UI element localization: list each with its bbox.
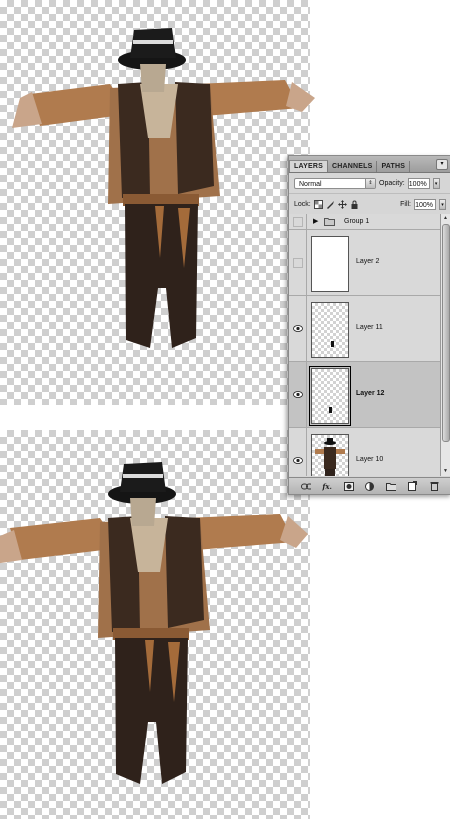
layers-list: ▶ Group 1 Layer 2 Layer 11 Layer 12 Laye… bbox=[289, 214, 440, 476]
scarecrow-face bbox=[140, 64, 166, 92]
new-layer-icon[interactable] bbox=[408, 481, 418, 491]
eye-icon[interactable] bbox=[289, 428, 307, 476]
lock-row: Lock: Fill: 100% ▾ bbox=[289, 194, 450, 215]
layer-row-layer-2[interactable]: Layer 2 bbox=[289, 230, 440, 296]
link-layers-icon[interactable] bbox=[300, 481, 311, 491]
tab-layers[interactable]: LAYERS bbox=[289, 160, 328, 172]
fx-icon[interactable]: fx. bbox=[322, 481, 332, 491]
layer-thumbnail bbox=[311, 434, 349, 476]
lock-position-move-icon[interactable] bbox=[337, 199, 347, 209]
scarecrow-vest-right bbox=[165, 516, 204, 628]
eye-icon[interactable] bbox=[289, 362, 307, 427]
layer-name: Layer 10 bbox=[356, 456, 384, 463]
layer-name: Layer 2 bbox=[356, 258, 380, 265]
disclosure-triangle-icon[interactable]: ▶ bbox=[313, 217, 318, 225]
scroll-down-arrow-icon[interactable]: ▼ bbox=[441, 467, 450, 476]
scarecrow-figure-top bbox=[12, 28, 315, 348]
blend-mode-value: Normal bbox=[299, 180, 322, 188]
layer-thumbnail bbox=[309, 366, 351, 426]
layer-name: Group 1 bbox=[344, 218, 370, 225]
new-group-icon[interactable] bbox=[386, 481, 397, 491]
layer-thumbnail bbox=[311, 236, 349, 292]
fill-dropdown-icon[interactable]: ▾ bbox=[439, 198, 446, 210]
scroll-thumb[interactable] bbox=[442, 224, 450, 442]
layer-mask-icon[interactable] bbox=[343, 481, 354, 491]
folder-icon bbox=[324, 217, 335, 228]
scarecrow-face bbox=[130, 498, 156, 526]
lock-image-brush-icon[interactable] bbox=[326, 200, 335, 209]
blend-mode-select[interactable]: Normal ⇕ bbox=[294, 177, 376, 189]
scarecrow-figure-bottom bbox=[0, 462, 308, 784]
opacity-dropdown-icon[interactable]: ▾ bbox=[432, 177, 440, 189]
layer-row-layer-10[interactable]: Layer 10 bbox=[289, 428, 440, 476]
layers-bottom-toolbar: fx. bbox=[289, 477, 450, 494]
fill-field[interactable]: 100% bbox=[414, 198, 436, 210]
scarecrow-vest-right bbox=[175, 82, 214, 194]
fill-label: Fill: bbox=[400, 200, 411, 208]
visibility-toggle-off[interactable] bbox=[289, 214, 307, 229]
visibility-toggle-off[interactable] bbox=[289, 230, 307, 295]
layer-name: Layer 11 bbox=[356, 324, 383, 331]
blend-row: Normal ⇕ Opacity: 100% ▾ bbox=[289, 173, 450, 194]
panel-menu-icon[interactable]: ▾ bbox=[436, 159, 448, 170]
scarecrow-hat bbox=[118, 28, 186, 70]
eye-icon[interactable] bbox=[289, 296, 307, 361]
panel-tab-bar: LAYERS CHANNELS PATHS ▾ bbox=[289, 156, 450, 173]
layers-panel: LAYERS CHANNELS PATHS ▾ Normal ⇕ Opacity… bbox=[288, 155, 450, 495]
layer-row-layer-12[interactable]: Layer 12 bbox=[289, 362, 440, 428]
trash-icon[interactable] bbox=[429, 481, 439, 491]
lock-transparency-icon[interactable] bbox=[313, 199, 323, 209]
layer-thumbnail bbox=[311, 302, 349, 358]
blend-mode-arrow-icon: ⇕ bbox=[365, 178, 375, 188]
lock-all-padlock-icon[interactable] bbox=[350, 200, 359, 209]
layer-name: Layer 12 bbox=[356, 390, 385, 397]
scarecrow-hat bbox=[108, 462, 176, 504]
layer-row-layer-11[interactable]: Layer 11 bbox=[289, 296, 440, 362]
layers-scrollbar[interactable]: ▲ ▼ bbox=[440, 214, 450, 476]
tab-channels[interactable]: CHANNELS bbox=[328, 161, 378, 172]
opacity-label: Opacity: bbox=[379, 179, 405, 187]
opacity-field[interactable]: 100% bbox=[407, 177, 430, 189]
lock-label: Lock: bbox=[294, 200, 311, 208]
tab-paths[interactable]: PATHS bbox=[377, 161, 411, 172]
scroll-up-arrow-icon[interactable]: ▲ bbox=[441, 214, 450, 223]
layer-row-group-1[interactable]: ▶ Group 1 bbox=[289, 214, 440, 230]
adjustment-layer-icon[interactable] bbox=[365, 481, 375, 491]
